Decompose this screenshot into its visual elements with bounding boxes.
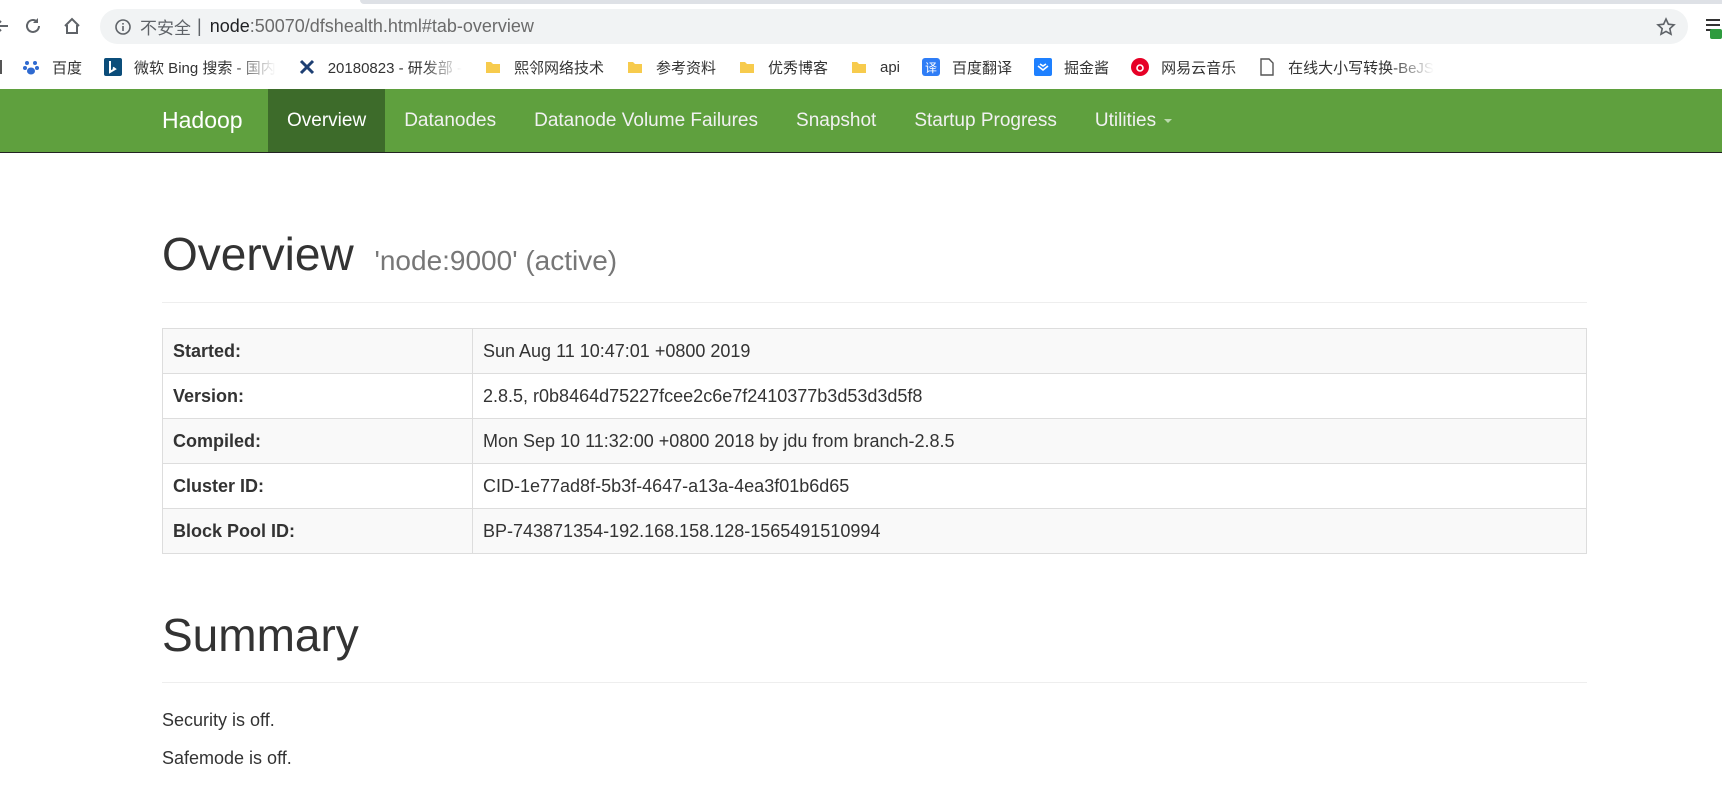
bookmark-netease-music[interactable]: 网易云音乐 — [1131, 57, 1236, 78]
folder-icon — [738, 58, 756, 76]
utilities-label: Utilities — [1094, 110, 1157, 131]
page-icon — [1258, 58, 1276, 76]
bookmark-baidu[interactable]: 百度 — [22, 57, 82, 78]
bookmark-meeting[interactable]: 20180823 - 研发部 - — [298, 57, 462, 78]
reload-button[interactable] — [20, 13, 46, 39]
security-status: Security is off. — [162, 710, 275, 730]
hadoop-navbar: Hadoop Overview Datanodes Datanode Volum… — [0, 89, 1722, 153]
table-row: Block Pool ID: BP-743871354-192.168.158.… — [162, 508, 1587, 554]
back-button[interactable] — [0, 13, 14, 39]
reload-icon — [26, 18, 40, 33]
bookmark-folder-xilin[interactable]: 熙邻网络技术 — [484, 57, 604, 78]
back-arrow-icon — [0, 20, 8, 32]
brand-logo[interactable]: Hadoop — [162, 89, 243, 152]
x-icon — [298, 58, 316, 76]
table-row: Started: Sun Aug 11 10:47:01 +0800 2019 — [162, 328, 1587, 374]
bookmark-label: 20180823 - 研发部 - — [327, 59, 462, 77]
bookmark-label: 微软 Bing 搜索 - 国内 — [134, 59, 276, 77]
bookmark-case-converter[interactable]: 在线大小写转换-BeJS — [1258, 57, 1434, 78]
extension-icon[interactable] — [1704, 17, 1722, 39]
info-icon[interactable] — [114, 18, 132, 36]
bookmark-label: api — [880, 58, 901, 76]
folder-icon — [850, 58, 868, 76]
bookmark-label: 熙邻网络技术 — [513, 59, 604, 77]
bookmark-folder-api[interactable]: api — [850, 58, 900, 76]
address-bar[interactable]: 不安全 | node:50070/dfshealth.html#tab-over… — [100, 9, 1688, 44]
row-key: Started: — [162, 328, 473, 374]
bookmark-folder-blogs[interactable]: 优秀博客 — [738, 57, 828, 78]
tab-utilities[interactable]: Utilities — [1076, 89, 1191, 152]
tab-datanode-volume-failures[interactable]: Datanode Volume Failures — [515, 89, 777, 152]
row-value: CID-1e77ad8f-5b3f-4647-a13a-4ea3f01b6d65 — [472, 463, 1587, 509]
overview-subtitle: 'node:9000' (active) — [374, 245, 618, 276]
table-row: Compiled: Mon Sep 10 11:32:00 +0800 2018… — [162, 418, 1587, 464]
page-title: Overview 'node:9000' (active) — [162, 227, 617, 281]
summary-header: Summary — [162, 603, 1587, 683]
home-button[interactable] — [59, 13, 85, 39]
bookmark-bing[interactable]: 微软 Bing 搜索 - 国内 — [104, 57, 276, 78]
row-value: BP-743871354-192.168.158.128-15654915109… — [472, 508, 1587, 554]
bing-icon — [104, 58, 123, 76]
table-row: Version: 2.8.5, r0b8464d75227fcee2c6e7f2… — [162, 373, 1587, 419]
overview-table: Started: Sun Aug 11 10:47:01 +0800 2019 … — [162, 328, 1587, 554]
home-icon — [64, 17, 80, 34]
bookmark-juejin[interactable]: 掘金酱 — [1034, 57, 1109, 78]
row-value: Mon Sep 10 11:32:00 +0800 2018 by jdu fr… — [472, 418, 1587, 464]
juejin-icon — [1034, 58, 1053, 76]
safemode-status: Safemode is off. — [162, 748, 292, 768]
url-path: :50070/dfshealth.html#tab-overview — [249, 16, 534, 36]
bookmark-label: 在线大小写转换-BeJS — [1288, 59, 1434, 77]
url-separator: | — [197, 16, 202, 36]
caret-down-icon — [1164, 118, 1173, 123]
row-key: Compiled: — [162, 418, 473, 464]
tab-snapshot[interactable]: Snapshot — [777, 89, 895, 152]
folder-icon — [626, 58, 644, 76]
browser-toolbar: 不安全 | node:50070/dfshealth.html#tab-over… — [0, 0, 1722, 50]
netease-music-icon — [1131, 58, 1150, 76]
row-key: Cluster ID: — [162, 463, 473, 509]
url-host: node — [209, 16, 250, 36]
paw-icon — [22, 58, 40, 76]
table-row: Cluster ID: CID-1e77ad8f-5b3f-4647-a13a-… — [162, 463, 1587, 509]
bookmark-label: 优秀博客 — [767, 59, 828, 77]
row-key: Block Pool ID: — [162, 508, 473, 554]
security-label: 不安全 — [140, 19, 191, 38]
overview-header: Overview 'node:9000' (active) — [162, 220, 1587, 303]
svg-text:译: 译 — [925, 61, 937, 75]
tab-overview[interactable]: Overview — [268, 89, 386, 152]
summary-title: Summary — [162, 609, 359, 661]
translate-icon: 译 — [922, 58, 941, 76]
bookmarks-bar: 百度 微软 Bing 搜索 - 国内 20180823 - 研发部 - 熙邻网络… — [0, 52, 1722, 82]
bookmarks-edge — [0, 60, 2, 74]
folder-icon — [484, 58, 502, 76]
bookmark-label: 百度翻译 — [952, 59, 1013, 77]
bookmark-baidu-translate[interactable]: 译 百度翻译 — [922, 57, 1012, 78]
tab-startup-progress[interactable]: Startup Progress — [895, 89, 1076, 152]
bookmark-label: 百度 — [52, 59, 83, 77]
tab-datanodes[interactable]: Datanodes — [385, 89, 515, 152]
row-value: 2.8.5, r0b8464d75227fcee2c6e7f2410377b3d… — [472, 373, 1587, 419]
tab-strip-edge — [360, 0, 1722, 4]
row-key: Version: — [162, 373, 473, 419]
bookmark-label: 参考资料 — [655, 59, 716, 77]
nav-items: Overview Datanodes Datanode Volume Failu… — [268, 89, 1191, 152]
bookmark-star-icon[interactable] — [1652, 13, 1680, 41]
bookmark-label: 网易云音乐 — [1161, 59, 1237, 77]
row-value: Sun Aug 11 10:47:01 +0800 2019 — [472, 328, 1587, 374]
bookmark-label: 掘金酱 — [1064, 59, 1110, 77]
bookmark-folder-references[interactable]: 参考资料 — [626, 57, 716, 78]
overview-title: Overview — [162, 228, 354, 280]
